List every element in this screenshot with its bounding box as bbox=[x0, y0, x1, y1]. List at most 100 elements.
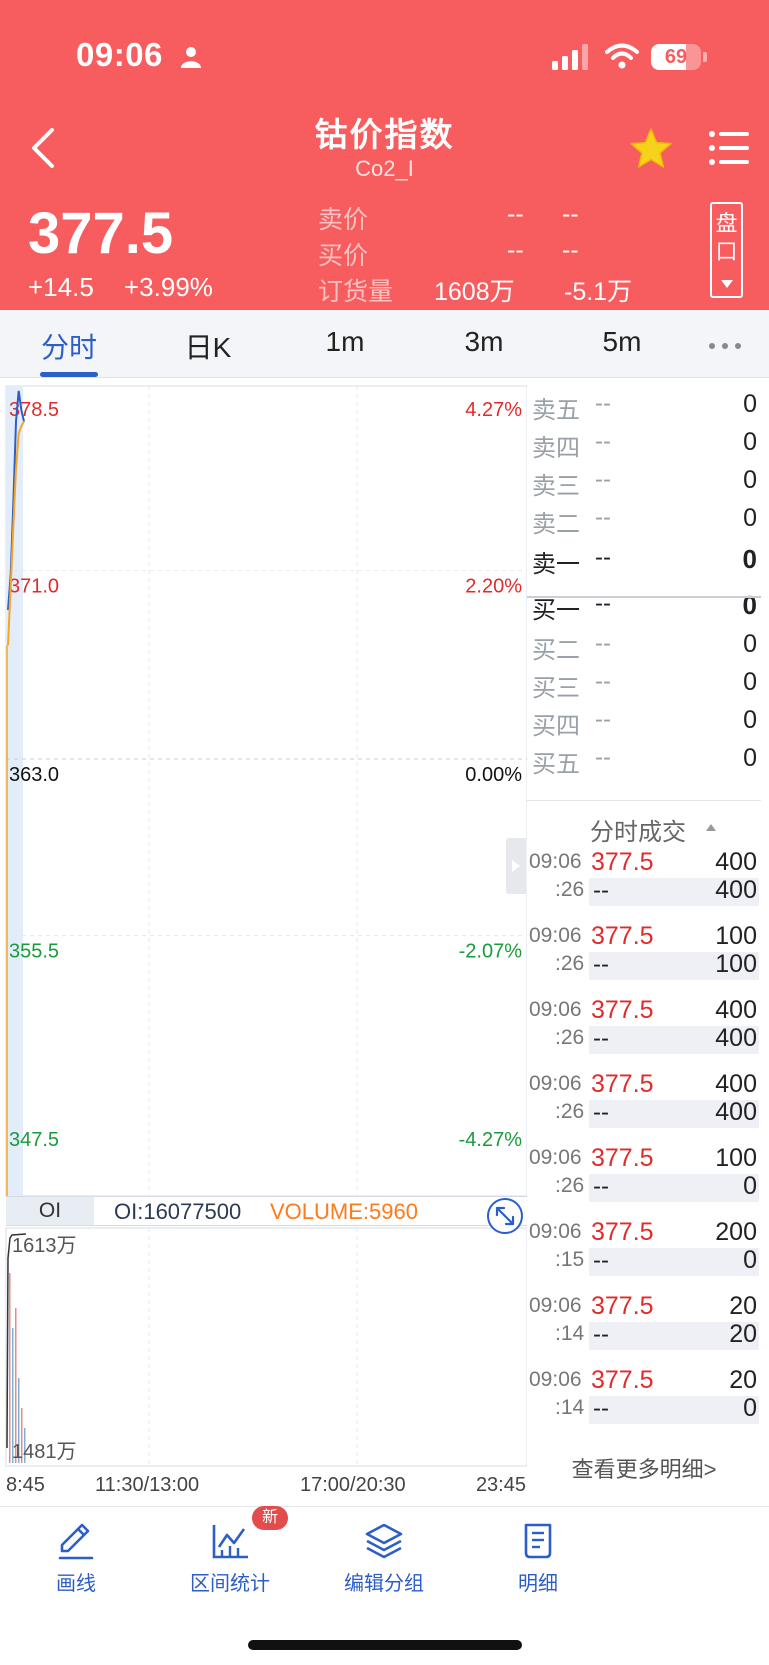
trade-price-2: -- bbox=[593, 1321, 609, 1348]
trade-seconds: :26 bbox=[555, 952, 585, 975]
bid-row-2: 买二 -- 0 bbox=[527, 626, 761, 664]
bid-level-volume: 0 bbox=[742, 590, 757, 620]
trade-price: 377.5 bbox=[591, 1070, 654, 1098]
ask-row-4: 卖四 -- 0 bbox=[527, 424, 761, 462]
trade-volume: 100 bbox=[715, 922, 757, 950]
ask-level-price: -- bbox=[595, 390, 611, 417]
ask-level-label: 卖四 bbox=[532, 435, 580, 462]
expand-icon[interactable] bbox=[486, 1197, 524, 1235]
trade-time: 09:06 bbox=[529, 850, 582, 873]
stats-chart-icon bbox=[212, 1525, 248, 1559]
trade-seconds: :26 bbox=[555, 878, 585, 901]
x-tick-label: 17:00/20:30 bbox=[300, 1474, 406, 1496]
period-tabs: 分时 日K 1m 3m 5m bbox=[0, 310, 769, 378]
indicator-tag[interactable]: OI bbox=[6, 1197, 94, 1225]
caret-up-icon bbox=[706, 824, 716, 831]
more-icon[interactable] bbox=[708, 342, 742, 350]
ask-value-2: -- bbox=[562, 200, 579, 228]
details-button[interactable]: 明细 bbox=[468, 1507, 608, 1599]
more-details-link[interactable]: 查看更多明细> bbox=[527, 1452, 761, 1484]
trade-volume: 20 bbox=[729, 1366, 757, 1394]
order-book-divider bbox=[527, 596, 761, 598]
bottom-toolbar: 画线 区间统计 编辑分组 明细 bbox=[0, 1506, 769, 1598]
battery-text: 69 bbox=[664, 46, 688, 68]
bid-level-label: 买五 bbox=[532, 751, 580, 778]
menu-icon[interactable] bbox=[708, 128, 750, 168]
triangle-right-icon bbox=[512, 860, 520, 872]
chart-canvas[interactable]: 378.5 4.27%371.0 2.20%363.0 0.00%355.5 -2.07… bbox=[0, 378, 527, 1498]
bid-level-price: -- bbox=[595, 668, 611, 695]
new-badge: 新 bbox=[252, 1506, 288, 1530]
trade-item: 09:06 :14 377.5 20 -- 0 bbox=[527, 1366, 761, 1428]
tab-3m[interactable]: 3m bbox=[449, 326, 519, 358]
trade-seconds: :26 bbox=[555, 1100, 585, 1123]
edit-group-label: 编辑分组 bbox=[344, 1573, 424, 1595]
trade-row-bg bbox=[589, 1174, 759, 1202]
trade-item: 09:06 :26 377.5 400 -- 400 bbox=[527, 1070, 761, 1132]
trade-time: 09:06 bbox=[529, 1368, 582, 1391]
battery-indicator: 69 bbox=[651, 44, 701, 70]
star-icon[interactable] bbox=[628, 126, 674, 172]
trade-price: 377.5 bbox=[591, 1218, 654, 1246]
trade-volume-2: 400 bbox=[715, 876, 757, 904]
trade-price-2: -- bbox=[593, 951, 609, 978]
y-pct-label: 2.20% bbox=[465, 576, 522, 598]
panel-collapse-handle[interactable] bbox=[506, 838, 526, 894]
trades-list[interactable]: 09:06 :26 377.5 400 -- 400 09:06 :26 377… bbox=[527, 850, 769, 1444]
tab-5m[interactable]: 5m bbox=[587, 326, 657, 358]
trade-seconds: :14 bbox=[555, 1322, 585, 1345]
y-price-label: 355.5 bbox=[9, 941, 59, 963]
caret-down-icon bbox=[721, 280, 733, 288]
trade-price-2: -- bbox=[593, 1247, 609, 1274]
trade-price-2: -- bbox=[593, 1173, 609, 1200]
bid-value-1: -- bbox=[507, 236, 524, 264]
person-icon bbox=[181, 47, 201, 68]
trade-seconds: :26 bbox=[555, 1174, 585, 1197]
trade-seconds: :26 bbox=[555, 1026, 585, 1049]
bid-row-3: 买三 -- 0 bbox=[527, 664, 761, 702]
trade-price-2: -- bbox=[593, 1099, 609, 1126]
trade-item: 09:06 :26 377.5 400 -- 400 bbox=[527, 996, 761, 1058]
ask-level-label: 卖五 bbox=[532, 397, 580, 424]
ask-level-label: 卖三 bbox=[532, 473, 580, 500]
oi-value: OI:16077500 bbox=[114, 1199, 242, 1224]
home-indicator[interactable] bbox=[248, 1640, 522, 1650]
x-tick-label: 11:30/13:00 bbox=[95, 1474, 199, 1496]
y-price-label: 371.0 bbox=[9, 576, 59, 598]
order-book-bottom-divider bbox=[527, 800, 761, 801]
trade-item: 09:06 :26 377.5 100 -- 0 bbox=[527, 1144, 761, 1206]
ask-value-1: -- bbox=[507, 200, 524, 228]
bid-level-price: -- bbox=[595, 744, 611, 771]
trade-item: 09:06 :26 377.5 400 -- 400 bbox=[527, 850, 761, 910]
tab-1m[interactable]: 1m bbox=[310, 326, 380, 358]
trade-volume: 100 bbox=[715, 1144, 757, 1172]
trade-row-bg bbox=[589, 1248, 759, 1276]
tab-active-indicator bbox=[40, 372, 98, 377]
tab-daily-k[interactable]: 日K bbox=[168, 326, 248, 366]
ask-row-2: 卖二 -- 0 bbox=[527, 500, 761, 538]
ask-level-price: -- bbox=[595, 428, 611, 455]
trades-title[interactable]: 分时成交 bbox=[590, 812, 686, 847]
trade-price-2: -- bbox=[593, 877, 609, 904]
x-tick-label: 23:45 bbox=[476, 1474, 526, 1496]
vol-bottom-label: 1481万 bbox=[12, 1441, 77, 1463]
ask-level-volume: 0 bbox=[742, 544, 757, 574]
bid-value-2: -- bbox=[562, 236, 579, 264]
trade-volume: 20 bbox=[729, 1292, 757, 1320]
price-change-pct: +3.99% bbox=[124, 272, 213, 302]
pankou-button[interactable]: 盘口 bbox=[710, 202, 743, 298]
ask-row-3: 卖三 -- 0 bbox=[527, 462, 761, 500]
trade-price-2: -- bbox=[593, 1025, 609, 1052]
tab-intraday[interactable]: 分时 bbox=[40, 326, 98, 366]
bid-level-volume: 0 bbox=[743, 706, 757, 734]
edit-group-button[interactable]: 编辑分组 bbox=[314, 1507, 454, 1599]
intraday-chart[interactable]: 378.5 4.27% 371.0 2.20% 363.0 0.00% 355.5 -2.07… bbox=[0, 378, 527, 1498]
bid-label: 买价 bbox=[318, 242, 369, 270]
trade-price-2: -- bbox=[593, 1395, 609, 1422]
trade-price: 377.5 bbox=[591, 850, 654, 876]
trade-seconds: :15 bbox=[555, 1248, 585, 1271]
trade-item: 09:06 :26 377.5 100 -- 100 bbox=[527, 922, 761, 984]
draw-line-button[interactable]: 画线 bbox=[6, 1507, 146, 1599]
trade-volume: 400 bbox=[715, 850, 757, 876]
bid-row-5: 买五 -- 0 bbox=[527, 740, 761, 778]
